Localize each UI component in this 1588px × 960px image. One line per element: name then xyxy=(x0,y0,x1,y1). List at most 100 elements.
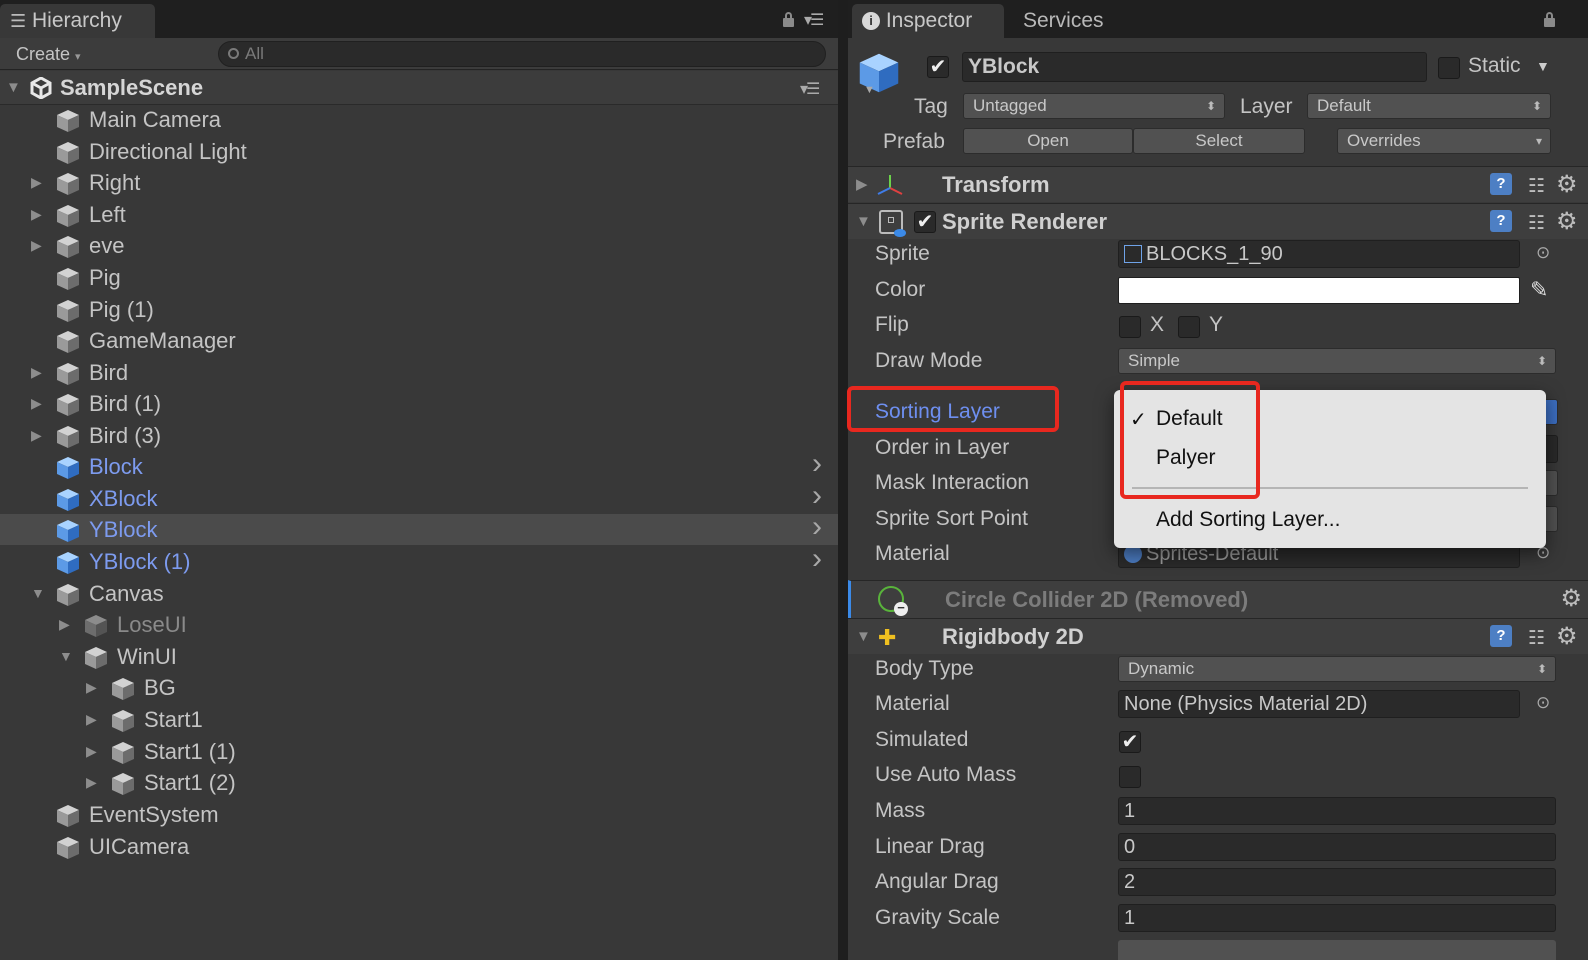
rb-material-field[interactable]: None (Physics Material 2D) xyxy=(1118,690,1520,718)
mass-field[interactable]: 1 xyxy=(1118,797,1556,825)
flip-y-label: Y xyxy=(1209,313,1224,336)
collapse-arrow-icon[interactable]: ▶ xyxy=(31,167,47,198)
hierarchy-item[interactable]: ▶ BG xyxy=(0,672,838,703)
angular-drag-field[interactable]: 2 xyxy=(1118,868,1556,896)
hierarchy-item[interactable]: Main Camera xyxy=(0,104,838,135)
prefab-open-arrow-icon[interactable]: › xyxy=(812,543,822,574)
hierarchy-item[interactable]: ▶ Right xyxy=(0,167,838,198)
static-checkbox[interactable] xyxy=(1438,57,1460,79)
hierarchy-item[interactable]: Block › xyxy=(0,448,838,482)
menu-item-add-sorting-layer[interactable]: Add Sorting Layer... xyxy=(1156,508,1340,532)
tab-services[interactable]: Services xyxy=(1013,4,1133,38)
panel-splitter[interactable] xyxy=(838,0,848,960)
static-dropdown-icon[interactable]: ▼ xyxy=(1536,58,1550,74)
sprite-field[interactable]: BLOCKS_1_90 xyxy=(1118,240,1520,268)
hierarchy-item[interactable]: ▶ LoseUI xyxy=(0,609,838,640)
create-button[interactable]: Create ▾ xyxy=(6,41,94,67)
hierarchy-item[interactable]: ▶ Start1 (1) xyxy=(0,736,838,767)
hierarchy-item[interactable]: Pig (1) xyxy=(0,294,838,325)
collapse-arrow-icon[interactable]: ▶ xyxy=(31,388,47,419)
hierarchy-item[interactable]: ▶ Left xyxy=(0,199,838,230)
circle-collider-header[interactable]: − Circle Collider 2D (Removed) ⚙ xyxy=(848,580,1588,618)
collapse-arrow-icon[interactable]: ▶ xyxy=(856,167,868,203)
expand-arrow-icon[interactable]: ▼ xyxy=(6,71,21,105)
rigidbody-header[interactable]: ▼ ✚ Rigidbody 2D ? ☷ ⚙ xyxy=(848,618,1588,654)
hierarchy-item[interactable]: EventSystem xyxy=(0,799,838,830)
eyedropper-icon[interactable]: ✎ xyxy=(1530,277,1548,303)
prefab-select-button[interactable]: Select xyxy=(1133,128,1305,154)
scene-menu-icon[interactable]: ▾☰ xyxy=(800,79,820,99)
hierarchy-item[interactable]: XBlock › xyxy=(0,480,838,514)
object-name-field[interactable]: YBlock xyxy=(962,52,1427,82)
hierarchy-item[interactable]: YBlock › xyxy=(0,511,838,545)
presets-icon[interactable]: ☷ xyxy=(1528,175,1545,198)
hierarchy-item[interactable]: Directional Light xyxy=(0,136,838,167)
flip-x-checkbox[interactable] xyxy=(1119,316,1141,338)
prefab-open-arrow-icon[interactable]: › xyxy=(812,511,822,542)
tab-inspector[interactable]: i Inspector xyxy=(852,4,1004,38)
gear-icon[interactable]: ⚙ xyxy=(1556,170,1578,199)
collapse-arrow-icon[interactable]: ▶ xyxy=(59,609,75,640)
collapse-arrow-icon[interactable]: ▶ xyxy=(86,736,102,767)
active-checkbox[interactable]: ✔ xyxy=(927,56,949,78)
expand-arrow-icon[interactable]: ▼ xyxy=(59,641,75,672)
help-icon[interactable]: ? xyxy=(1490,210,1512,232)
collapse-arrow-icon[interactable]: ▶ xyxy=(86,767,102,798)
gravity-scale-field[interactable]: 1 xyxy=(1118,904,1556,932)
prefab-open-arrow-icon[interactable]: › xyxy=(812,448,822,479)
prefab-open-button[interactable]: Open xyxy=(963,128,1133,154)
flip-y-checkbox[interactable] xyxy=(1178,316,1200,338)
sprite-renderer-enabled-checkbox[interactable]: ✔ xyxy=(914,211,936,233)
panel-menu-icon[interactable]: ▾☰ xyxy=(804,10,824,30)
hierarchy-item[interactable]: UICamera xyxy=(0,831,838,862)
presets-icon[interactable]: ☷ xyxy=(1528,212,1545,235)
collapse-arrow-icon[interactable]: ▶ xyxy=(31,357,47,388)
scene-header[interactable]: ▼ SampleScene ▾☰ xyxy=(0,71,838,105)
prefab-open-arrow-icon[interactable]: › xyxy=(812,480,822,511)
hierarchy-item[interactable]: ▼ WinUI xyxy=(0,641,838,672)
tag-dropdown[interactable]: Untagged ⬍ xyxy=(963,93,1225,119)
collapse-arrow-icon[interactable]: ▼ xyxy=(856,204,871,240)
hierarchy-item[interactable]: ▶ Bird (3) xyxy=(0,420,838,451)
hierarchy-item[interactable]: ▶ Start1 (2) xyxy=(0,767,838,798)
collapse-arrow-icon[interactable]: ▶ xyxy=(86,672,102,703)
draw-mode-dropdown[interactable]: Simple ⬍ xyxy=(1118,348,1556,374)
collapse-arrow-icon[interactable]: ▶ xyxy=(86,704,102,735)
gear-icon[interactable]: ⚙ xyxy=(1560,584,1582,613)
color-field[interactable] xyxy=(1118,277,1520,304)
collision-detection-dropdown[interactable] xyxy=(1118,940,1556,960)
object-picker-icon[interactable]: ⊙ xyxy=(1536,243,1550,263)
tab-hierarchy[interactable]: ☰ Hierarchy xyxy=(0,4,155,38)
gear-icon[interactable]: ⚙ xyxy=(1556,207,1578,236)
sprite-renderer-header[interactable]: ▼ ✔ Sprite Renderer ? ☷ ⚙ xyxy=(848,203,1588,239)
layer-dropdown[interactable]: Default ⬍ xyxy=(1307,93,1551,119)
hierarchy-item[interactable]: ▶ eve xyxy=(0,230,838,261)
hierarchy-item[interactable]: ▶ Bird xyxy=(0,357,838,388)
inspector-lock-icon[interactable] xyxy=(1544,12,1555,27)
transform-header[interactable]: ▶ Transform ? ☷ ⚙ xyxy=(848,166,1588,202)
simulated-checkbox[interactable]: ✔ xyxy=(1119,731,1141,753)
expand-arrow-icon[interactable]: ▼ xyxy=(31,578,47,609)
hierarchy-item[interactable]: ▶ Bird (1) xyxy=(0,388,838,419)
search-input[interactable]: All xyxy=(218,41,826,67)
prefab-overrides-dropdown[interactable]: Overrides ▾ xyxy=(1337,128,1551,154)
collapse-arrow-icon[interactable]: ▶ xyxy=(31,230,47,261)
collapse-arrow-icon[interactable]: ▼ xyxy=(856,619,871,655)
hierarchy-item[interactable]: GameManager xyxy=(0,325,838,356)
help-icon[interactable]: ? xyxy=(1490,625,1512,647)
collapse-arrow-icon[interactable]: ▶ xyxy=(31,420,47,451)
presets-icon[interactable]: ☷ xyxy=(1528,627,1545,650)
lock-icon[interactable] xyxy=(783,12,794,27)
hierarchy-item[interactable]: Pig xyxy=(0,262,838,293)
object-picker-icon[interactable]: ⊙ xyxy=(1536,693,1550,713)
use-auto-mass-checkbox[interactable] xyxy=(1119,766,1141,788)
hierarchy-item[interactable]: YBlock (1) › xyxy=(0,543,838,577)
gear-icon[interactable]: ⚙ xyxy=(1556,622,1578,651)
body-type-dropdown[interactable]: Dynamic ⬍ xyxy=(1118,656,1556,682)
hierarchy-item[interactable]: ▼ Canvas xyxy=(0,578,838,609)
linear-drag-field[interactable]: 0 xyxy=(1118,833,1556,861)
hierarchy-item[interactable]: ▶ Start1 xyxy=(0,704,838,735)
collapse-arrow-icon[interactable]: ▶ xyxy=(31,199,47,230)
help-icon[interactable]: ? xyxy=(1490,173,1512,195)
icon-dropdown-icon[interactable]: ▼ xyxy=(864,84,875,96)
